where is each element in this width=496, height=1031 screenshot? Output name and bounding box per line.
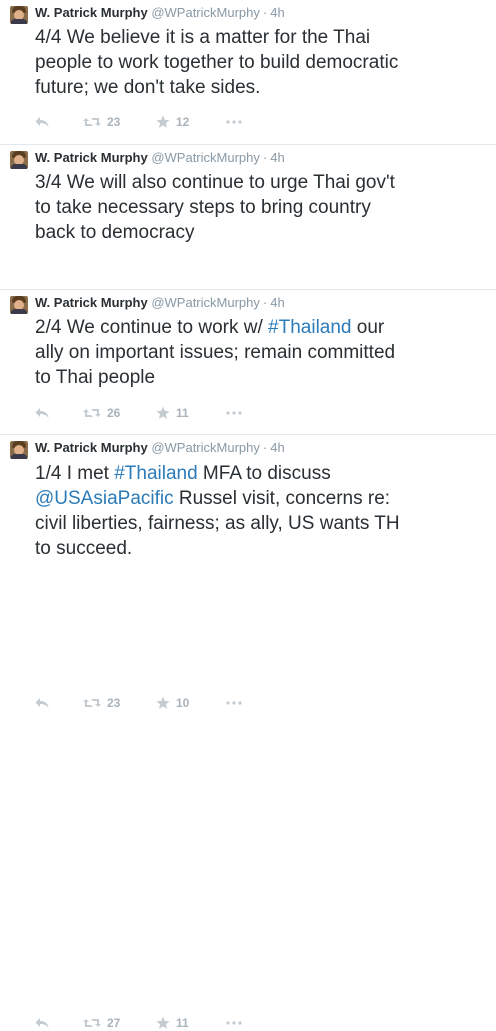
tweet-text-segment: MFA to discuss [202, 463, 331, 484]
author-handle[interactable]: @WPatrickMurphy [151, 440, 260, 455]
tweet-header: W. Patrick Murphy @WPatrickMurphy · 4h [35, 150, 285, 166]
tweet-feed: W. Patrick Murphy @WPatrickMurphy · 4h 4/4… [0, 0, 496, 1030]
tweet[interactable]: W. Patrick Murphy @WPatrickMurphy · 4h 1/4… [0, 434, 496, 1030]
timestamp[interactable]: 4h [270, 150, 284, 165]
retweet-icon [83, 699, 101, 707]
avatar[interactable] [10, 441, 28, 459]
tweet-text: 4/4 We believe it is a matter for the Th… [35, 27, 399, 98]
tweet[interactable]: W. Patrick Murphy @WPatrickMurphy · 4h 3/4… [0, 144, 496, 420]
tweet-actions: 23 12 [35, 114, 295, 130]
separator: · [262, 295, 268, 310]
timestamp[interactable]: 4h [270, 5, 284, 20]
more-button[interactable] [226, 1015, 242, 1031]
author-name[interactable]: W. Patrick Murphy [35, 440, 148, 455]
tweet-header: W. Patrick Murphy @WPatrickMurphy · 4h [35, 5, 285, 21]
retweet-icon [83, 118, 101, 126]
reply-button[interactable] [35, 114, 49, 130]
hashtag-link[interactable]: #Thailand [114, 463, 197, 484]
retweet-button[interactable]: 23 [83, 114, 120, 130]
retweet-count: 27 [107, 1016, 121, 1030]
more-button[interactable] [226, 114, 242, 130]
reply-icon [35, 698, 49, 708]
retweet-count: 23 [107, 696, 121, 710]
tweet-actions: 23 10 [35, 695, 295, 711]
author-handle[interactable]: @WPatrickMurphy [151, 295, 260, 310]
retweet-icon [83, 1019, 101, 1027]
favorite-count: 10 [176, 696, 190, 710]
favorite-icon [156, 696, 170, 709]
favorite-count: 12 [176, 115, 190, 129]
tweet-text-segment: 2/4 We continue to work w/ [35, 317, 269, 338]
author-handle[interactable]: @WPatrickMurphy [151, 5, 260, 20]
tweet-actions: 27 11 [35, 1015, 295, 1031]
tweet-text-segment: 1/4 I met [35, 463, 115, 484]
more-icon [226, 1021, 242, 1025]
more-button[interactable] [226, 695, 242, 711]
favorite-icon [156, 1016, 170, 1029]
reply-icon [35, 1018, 49, 1028]
separator: · [262, 150, 268, 165]
separator: · [262, 440, 268, 455]
favorite-count: 11 [176, 1016, 189, 1030]
retweet-count: 23 [107, 115, 121, 129]
tweet[interactable]: W. Patrick Murphy @WPatrickMurphy · 4h 4/4… [0, 0, 496, 144]
more-icon [226, 120, 242, 124]
favorite-icon [156, 115, 170, 128]
author-name[interactable]: W. Patrick Murphy [35, 150, 148, 165]
timestamp[interactable]: 4h [270, 440, 284, 455]
tweet-text: 3/4 We will also continue to urge Thai g… [35, 172, 395, 243]
author-handle[interactable]: @WPatrickMurphy [151, 150, 260, 165]
author-name[interactable]: W. Patrick Murphy [35, 295, 148, 310]
avatar[interactable] [10, 151, 28, 169]
avatar[interactable] [10, 6, 28, 24]
retweet-button[interactable]: 27 [83, 1015, 120, 1031]
reply-button[interactable] [35, 1015, 49, 1031]
favorite-button[interactable]: 11 [156, 1015, 189, 1031]
tweet-header: W. Patrick Murphy @WPatrickMurphy · 4h [35, 295, 285, 311]
reply-icon [35, 117, 49, 127]
author-name[interactable]: W. Patrick Murphy [35, 5, 148, 20]
favorite-button[interactable]: 12 [156, 114, 189, 130]
retweet-button[interactable]: 23 [83, 695, 120, 711]
tweet-header: W. Patrick Murphy @WPatrickMurphy · 4h [35, 440, 285, 456]
hashtag-link[interactable]: #Thailand [268, 317, 351, 338]
tweet-text: 1/4 I met #Thailand MFA to discuss @USAs… [35, 461, 487, 561]
tweet-text: 2/4 We continue to work w/ #Thailand our… [35, 315, 487, 390]
avatar[interactable] [10, 296, 28, 314]
timestamp[interactable]: 4h [270, 295, 284, 310]
reply-button[interactable] [35, 695, 49, 711]
more-icon [226, 701, 242, 705]
tweet[interactable]: W. Patrick Murphy @WPatrickMurphy · 4h 2/4… [0, 289, 496, 710]
separator: · [262, 5, 268, 20]
mention-link[interactable]: @USAsiaPacific [35, 488, 174, 509]
favorite-button[interactable]: 10 [156, 695, 189, 711]
